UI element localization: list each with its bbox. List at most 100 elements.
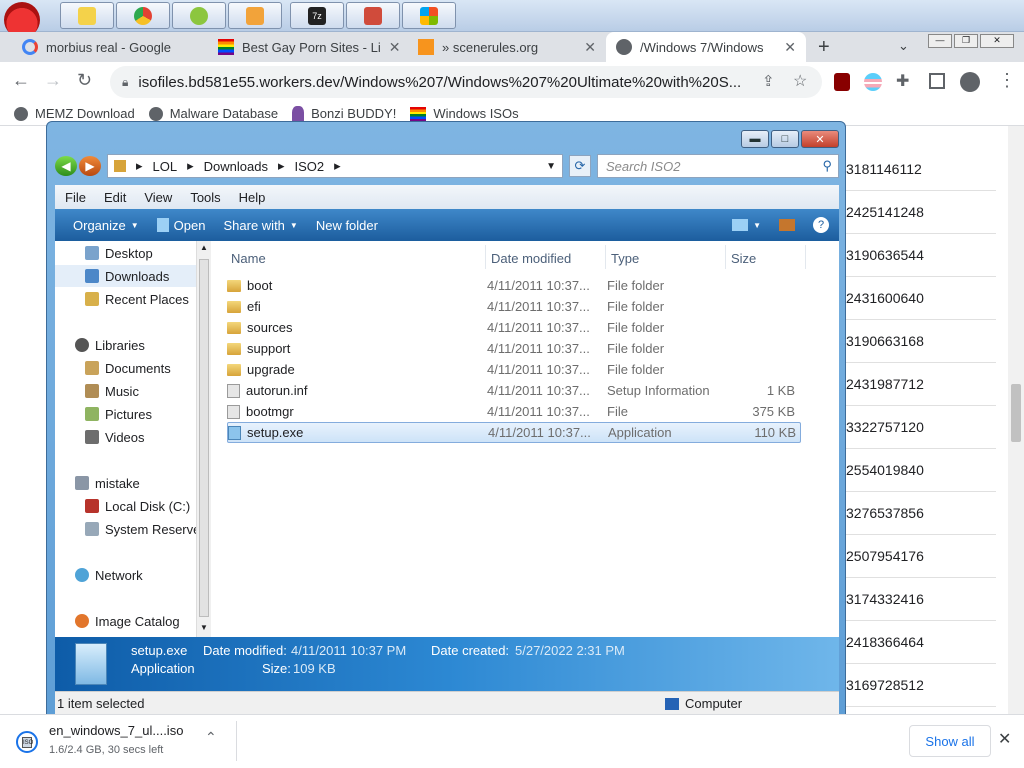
nav-item-documents[interactable]: Documents xyxy=(85,357,171,379)
column-header-name[interactable]: Name xyxy=(231,247,266,269)
nav-item-recent-places[interactable]: Recent Places xyxy=(85,288,189,310)
nav-item-pictures[interactable]: Pictures xyxy=(85,403,152,425)
column-header-date[interactable]: Date modified xyxy=(491,247,571,269)
close-icon[interactable]: ✕ xyxy=(584,39,596,56)
breadcrumb[interactable]: ▸ LOL ▸ Downloads ▸ ISO2 ▸ ▼ xyxy=(107,154,563,178)
menu-kebab-icon[interactable]: ⋮ xyxy=(998,70,1016,91)
status-selected: 1 item selected xyxy=(57,696,145,711)
breadcrumb-item[interactable]: LOL xyxy=(153,159,178,174)
menu-file[interactable]: File xyxy=(65,190,86,205)
table-row[interactable]: sources 4/11/2011 10:37... File folder xyxy=(227,317,801,338)
downloads-icon xyxy=(85,269,99,283)
bookmark-memz[interactable]: MEMZ Download xyxy=(14,106,135,121)
tab-scenerules[interactable]: » scenerules.org ✕ xyxy=(408,32,606,62)
nav-item-videos[interactable]: Videos xyxy=(85,426,145,448)
bookmark-malware-database[interactable]: Malware Database xyxy=(148,106,278,121)
scroll-down-icon[interactable]: ▼ xyxy=(200,623,208,632)
page-scrollbar[interactable] xyxy=(1008,126,1024,716)
chevron-down-icon[interactable]: ▼ xyxy=(546,161,556,172)
globe-icon xyxy=(148,106,163,121)
minimize-button[interactable]: — xyxy=(928,34,952,48)
profile-avatar-icon[interactable] xyxy=(960,72,980,92)
breadcrumb-item[interactable]: ISO2 xyxy=(295,159,325,174)
trans-flag-icon[interactable] xyxy=(864,73,882,91)
table-row[interactable]: boot 4/11/2011 10:37... File folder xyxy=(227,275,801,296)
bookmark-bonzi-buddy[interactable]: Bonzi BUDDY! xyxy=(292,105,396,122)
frog-icon xyxy=(190,6,208,25)
table-row[interactable]: support 4/11/2011 10:37... File folder xyxy=(227,338,801,359)
nav-scrollbar[interactable]: ▲ ▼ xyxy=(196,241,211,637)
table-row[interactable]: upgrade 4/11/2011 10:37... File folder xyxy=(227,359,801,380)
nav-item-system-reserved[interactable]: System Reserve xyxy=(85,518,200,540)
scrollbar-thumb[interactable] xyxy=(199,259,209,617)
new-tab-button[interactable]: + xyxy=(818,36,830,59)
taskbar-paint-button[interactable] xyxy=(346,2,400,29)
table-row[interactable]: bootmgr 4/11/2011 10:37... File 375 KB xyxy=(227,401,801,422)
nav-item-network[interactable]: Network xyxy=(75,564,143,586)
close-icon[interactable]: ✕ xyxy=(998,729,1011,749)
search-icon[interactable]: ⚲ xyxy=(822,158,832,174)
menu-view[interactable]: View xyxy=(144,190,172,205)
share-icon[interactable]: ⇪ xyxy=(762,72,775,90)
organize-button[interactable]: Organize ▼ xyxy=(73,218,139,233)
maximize-button[interactable]: ❐ xyxy=(954,34,978,48)
close-icon[interactable]: ✕ xyxy=(389,39,401,56)
column-header-type[interactable]: Type xyxy=(611,247,639,269)
bookmark-windows-isos[interactable]: Windows ISOs xyxy=(410,106,519,121)
close-window-button[interactable]: ✕ xyxy=(980,34,1014,48)
refresh-icon[interactable]: ⟳ xyxy=(569,155,591,177)
breadcrumb-item[interactable]: Downloads xyxy=(204,159,268,174)
explorer-close-button[interactable]: ✕ xyxy=(801,130,839,148)
back-button[interactable]: ← xyxy=(12,70,30,91)
menu-edit[interactable]: Edit xyxy=(104,190,126,205)
download-filename[interactable]: en_windows_7_ul....iso xyxy=(49,723,183,738)
bookmark-star-icon[interactable]: ☆ xyxy=(793,71,807,91)
close-icon[interactable]: ✕ xyxy=(784,39,796,56)
reload-button[interactable]: ↻ xyxy=(77,70,92,91)
explorer-maximize-button[interactable]: □ xyxy=(771,130,799,148)
address-bar[interactable]: 🔒︎ isofiles.bd581e55.workers.dev/Windows… xyxy=(110,66,822,98)
tab-windows7[interactable]: /Windows 7/Windows ✕ xyxy=(606,32,806,62)
taskbar-people-button[interactable] xyxy=(228,2,282,29)
search-input[interactable]: Search ISO2 ⚲ xyxy=(597,154,839,178)
tab-google[interactable]: morbius real - Google xyxy=(12,32,208,62)
nav-item-desktop[interactable]: Desktop xyxy=(85,242,153,264)
table-row-selected[interactable]: setup.exe 4/11/2011 10:37... Application… xyxy=(227,422,801,443)
taskbar-7zip-button[interactable]: 7z xyxy=(290,2,344,29)
tab-search-chevron-icon[interactable]: ⌄ xyxy=(898,38,909,54)
nav-item-image-catalog[interactable]: Image Catalog xyxy=(75,610,180,632)
nav-item-downloads[interactable]: Downloads xyxy=(55,265,203,287)
forward-arrow-icon[interactable]: ▶ xyxy=(79,156,101,176)
explorer-minimize-button[interactable]: ▬ xyxy=(741,130,769,148)
menu-tools[interactable]: Tools xyxy=(190,190,220,205)
menu-help[interactable]: Help xyxy=(239,190,266,205)
taskbar-chrome-button[interactable] xyxy=(116,2,170,29)
nav-item-local-disk[interactable]: Local Disk (C:) xyxy=(85,495,190,517)
tab-porn-sites[interactable]: Best Gay Porn Sites - Li ✕ xyxy=(208,32,408,62)
open-button[interactable]: Open xyxy=(156,218,205,233)
taskbar-frog-button[interactable] xyxy=(172,2,226,29)
ublock-icon[interactable] xyxy=(834,73,850,91)
preview-pane-icon[interactable] xyxy=(779,219,795,231)
extensions-puzzle-icon[interactable]: ✚ xyxy=(896,71,909,91)
scrollbar-thumb[interactable] xyxy=(1011,384,1021,442)
table-row[interactable]: autorun.inf 4/11/2011 10:37... Setup Inf… xyxy=(227,380,801,401)
back-arrow-icon[interactable]: ◀ xyxy=(55,156,77,176)
recent-places-icon xyxy=(85,292,99,306)
nav-item-music[interactable]: Music xyxy=(85,380,139,402)
taskbar-explorer-button[interactable] xyxy=(60,2,114,29)
scroll-up-icon[interactable]: ▲ xyxy=(200,243,208,252)
taskbar-windows-button[interactable] xyxy=(402,2,456,29)
help-icon[interactable]: ? xyxy=(813,217,829,233)
forward-button[interactable]: → xyxy=(44,70,62,91)
show-all-button[interactable]: Show all xyxy=(909,725,991,757)
share-with-button[interactable]: Share with ▼ xyxy=(223,218,297,233)
new-folder-button[interactable]: New folder xyxy=(316,218,378,233)
column-header-size[interactable]: Size xyxy=(731,247,756,269)
chevron-up-icon[interactable]: ⌃ xyxy=(205,729,217,746)
table-row[interactable]: efi 4/11/2011 10:37... File folder xyxy=(227,296,801,317)
side-panel-icon[interactable] xyxy=(929,73,945,89)
view-options-icon[interactable]: ▼ xyxy=(732,219,761,231)
nav-item-computer[interactable]: mistake xyxy=(75,472,140,494)
nav-item-libraries[interactable]: Libraries xyxy=(75,334,145,356)
